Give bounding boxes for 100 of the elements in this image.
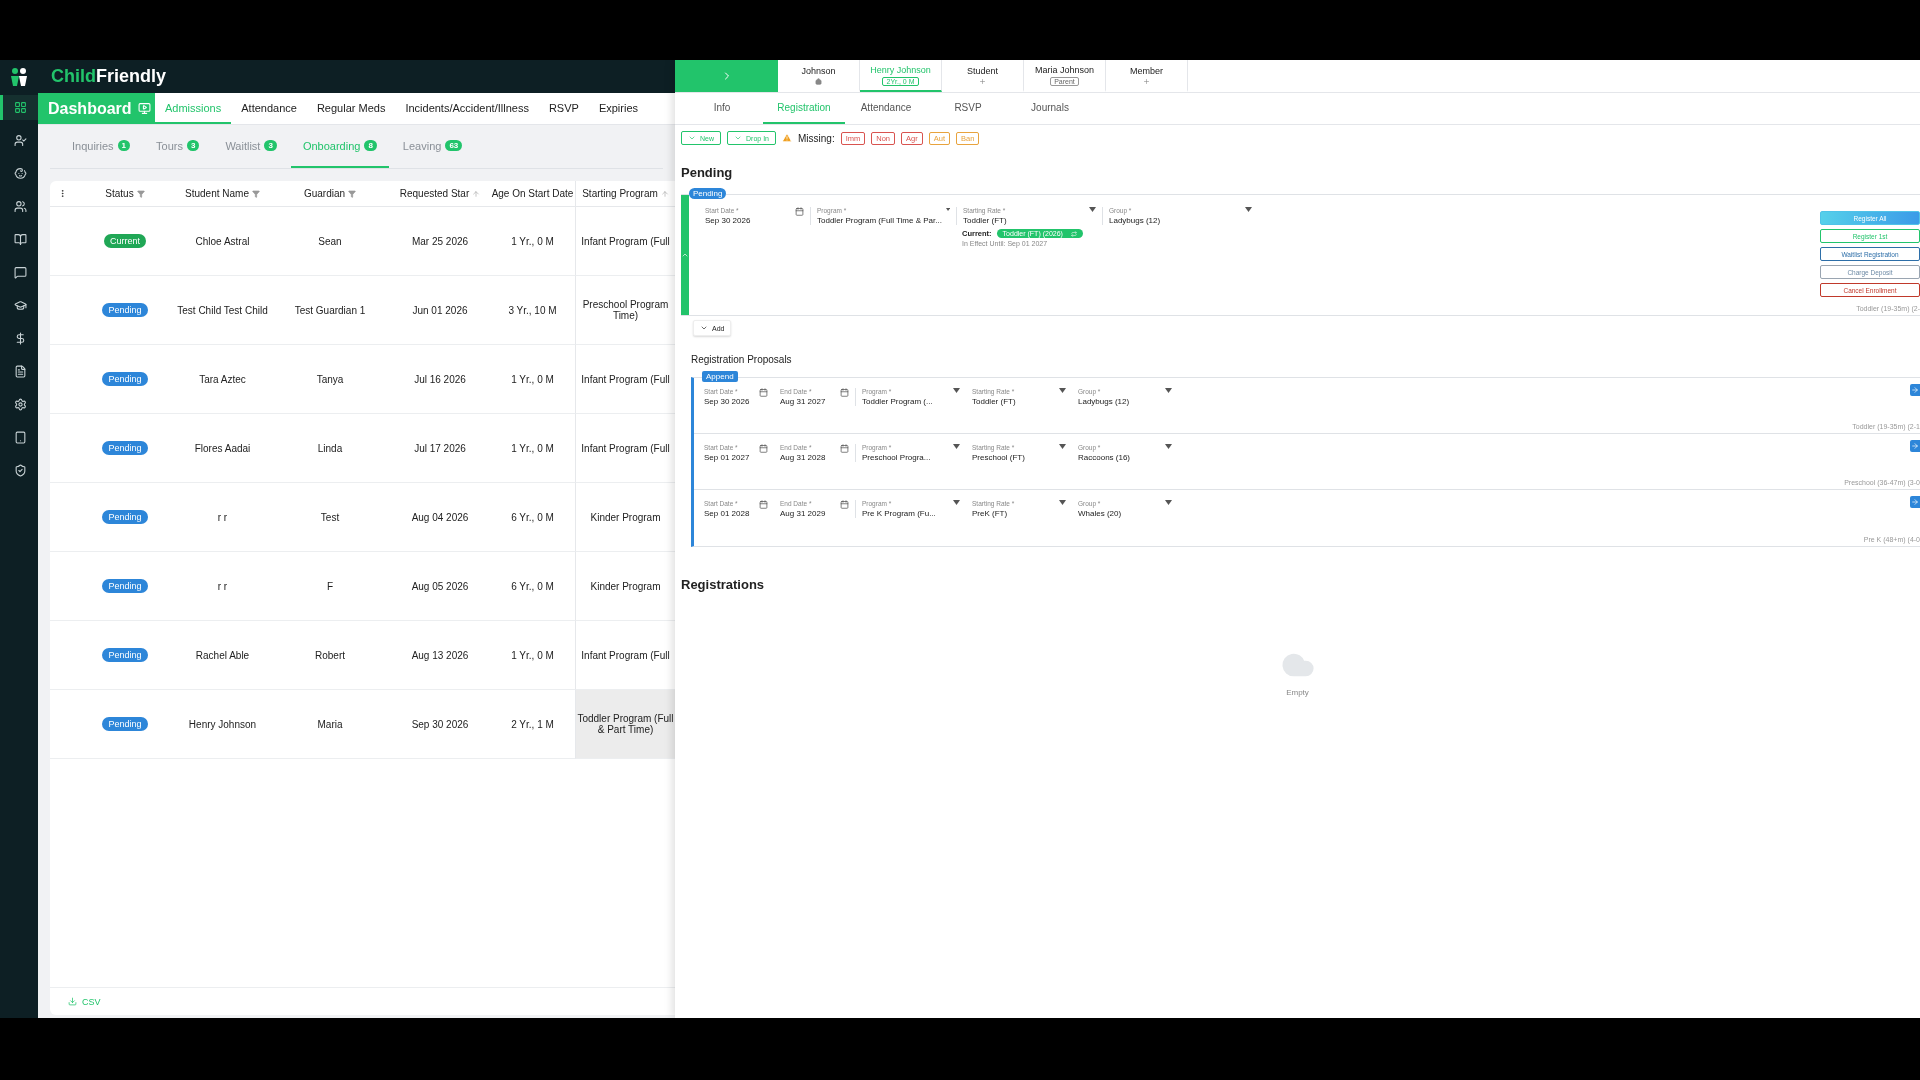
column-header[interactable]: Status (105, 188, 134, 199)
book-icon (14, 233, 27, 246)
chevron-down-icon (688, 134, 696, 142)
calendar-icon (840, 500, 849, 509)
table-cell: Infant Program (Full (581, 442, 670, 454)
settings-icon (14, 398, 27, 411)
plus-icon (979, 77, 986, 85)
table-cell: Aug 04 2026 (411, 511, 469, 523)
warning-icon (782, 133, 792, 143)
column-header[interactable]: Age On Start Date (491, 188, 574, 199)
chevron-down-icon (700, 324, 708, 332)
user-check-icon (14, 134, 27, 147)
nav-tab[interactable]: Incidents/Accident/Illness (395, 93, 539, 124)
dropdown-caret-icon (1245, 207, 1252, 212)
calendar-icon (795, 207, 804, 216)
table-cell: Test Guardian 1 (294, 304, 366, 316)
filter-icon[interactable] (348, 189, 357, 198)
status-badge: Pending (102, 372, 148, 386)
dropdown-caret-icon (1059, 444, 1066, 449)
count-badge: 8 (364, 140, 377, 151)
chevron-up-icon (681, 251, 689, 259)
table-cell: Sep 30 2026 (411, 718, 469, 730)
table-cell: Mar 25 2026 (411, 235, 469, 247)
dropdown-caret-icon (953, 388, 960, 393)
table-cell: Sean (318, 235, 342, 247)
table-cell: 2 Yr., 1 M (511, 718, 554, 730)
table-cell: 1 Yr., 0 M (511, 442, 554, 454)
status-badge: Pending (102, 303, 148, 317)
monitor-icon (137, 102, 151, 115)
table-cell: 3 Yr., 10 M (508, 304, 557, 316)
table-cell: Test (320, 511, 340, 523)
empty-text: Empty (1286, 688, 1309, 697)
table-cell: Chloe Astral (195, 235, 250, 247)
calendar-icon (759, 444, 768, 453)
logo-icon (8, 65, 30, 88)
table-cell: Robert (315, 649, 345, 661)
column-header[interactable]: Guardian (303, 188, 346, 199)
table-cell: Tanya (316, 373, 344, 385)
pending-badge: Pending (689, 188, 727, 199)
table-cell: Maria (317, 718, 343, 730)
dollar-icon (14, 332, 27, 345)
table-cell: r r (217, 580, 228, 592)
dropdown-caret-icon (953, 444, 960, 449)
column-header[interactable]: Starting Program (582, 188, 658, 199)
calendar-icon (759, 388, 768, 397)
person-tab[interactable]: Johnson (778, 60, 860, 92)
document-icon (14, 365, 27, 378)
status-badge: Pending (102, 441, 148, 455)
arrow-right-icon (1911, 442, 1919, 450)
home-icon (815, 77, 822, 85)
table-cell: 6 Yr., 0 M (511, 511, 554, 523)
table-cell: Infant Program (Full (581, 649, 670, 661)
dropdown-caret-icon (1165, 444, 1172, 449)
table-cell: Jul 16 2026 (414, 373, 466, 385)
section-title: Registration Proposals (690, 353, 793, 367)
table-cell: Rachel Able (195, 649, 250, 661)
table-cell: Flores Aadai (194, 442, 251, 454)
nav-tab[interactable]: Attendance (231, 93, 307, 124)
grid-icon (14, 101, 27, 114)
count-badge: 1 (117, 140, 131, 151)
append-badge: Append (702, 371, 738, 382)
column-menu-icon[interactable] (58, 189, 67, 198)
calendar-icon (840, 444, 849, 453)
person-tab[interactable]: Student (942, 60, 1024, 92)
arrow-right-icon (1911, 498, 1919, 506)
message-icon (14, 266, 27, 279)
nav-tab[interactable]: Expiries (588, 93, 648, 124)
arrow-right-icon (1911, 386, 1919, 394)
count-badge: 63 (445, 140, 463, 151)
shield-icon (14, 464, 27, 477)
dropdown-caret-icon (945, 207, 950, 212)
calendar-icon (759, 500, 768, 509)
column-header[interactable]: Requested Star (399, 188, 470, 199)
person-tab[interactable]: Member (1106, 60, 1188, 92)
table-cell: Jul 17 2026 (414, 442, 466, 454)
filter-icon[interactable] (136, 189, 145, 198)
dropdown-caret-icon (1165, 500, 1172, 505)
tablet-icon (14, 431, 27, 444)
table-cell: r r (217, 511, 228, 523)
table-cell: Henry Johnson (188, 718, 257, 730)
detail-tab[interactable]: Info (681, 93, 763, 124)
repeat-icon (1070, 230, 1077, 237)
column-header[interactable]: Student Name (185, 188, 249, 199)
filter-icon[interactable] (251, 189, 260, 198)
status-badge: Pending (102, 510, 148, 524)
section-title: Pending (680, 164, 734, 182)
sidebar-item[interactable] (0, 95, 38, 120)
table-cell: Test Child Test Child (177, 304, 268, 316)
detail-tab[interactable]: Journals (1009, 93, 1091, 124)
table-cell: 1 Yr., 0 M (511, 649, 554, 661)
nav-tab[interactable]: RSVP (538, 93, 589, 124)
detail-tab[interactable]: Attendance (845, 93, 927, 124)
table-cell: Infant Program (Full (581, 373, 670, 385)
table-cell: 1 Yr., 0 M (511, 235, 554, 247)
app-logo: ChildFriendly (50, 66, 166, 87)
nav-tab[interactable]: Regular Meds (306, 93, 396, 124)
detail-tab[interactable]: RSVP (927, 93, 1009, 124)
download-icon (68, 997, 77, 1006)
section-title: Registrations (680, 576, 766, 594)
table-cell: Preschool Program Time) (582, 299, 669, 321)
